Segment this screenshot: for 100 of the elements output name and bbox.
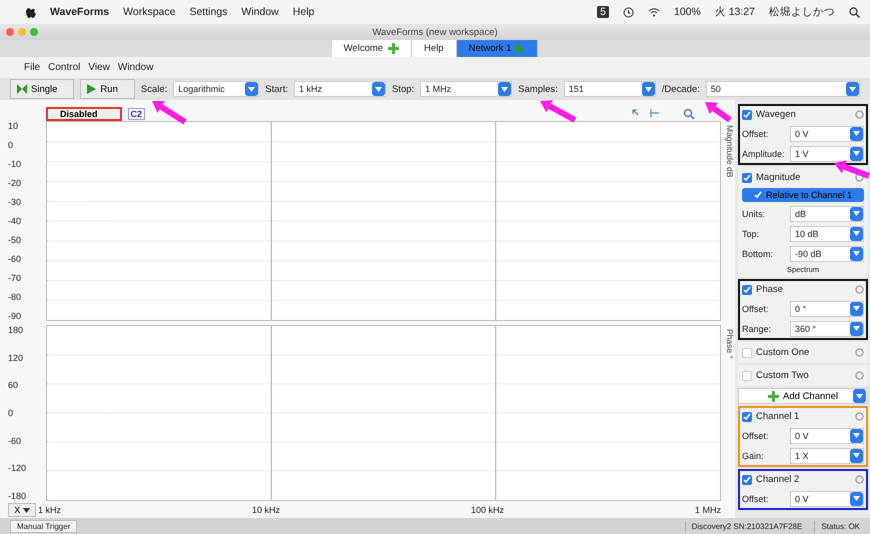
menu-item[interactable]: Settings — [189, 6, 228, 18]
caret-icon — [853, 151, 860, 156]
checkmark-icon — [743, 110, 751, 118]
checkmark-icon — [743, 412, 751, 420]
value-field[interactable]: dB — [790, 206, 864, 222]
clock-text[interactable]: 火 13:27 — [714, 5, 755, 19]
status-text: Status: OK — [814, 520, 866, 532]
annotation-arrow — [834, 160, 870, 179]
axis-title: Phase ° — [724, 328, 735, 362]
checkbox[interactable] — [742, 110, 752, 120]
dropdown-button[interactable] — [850, 302, 863, 316]
play-icon — [87, 84, 96, 94]
marker-icon[interactable] — [649, 108, 661, 120]
dropdown-button[interactable] — [850, 146, 863, 160]
menu-item[interactable]: Window — [241, 6, 279, 18]
field-label: Offset: — [742, 128, 770, 138]
value-field[interactable]: 360 ° — [790, 320, 864, 336]
dropdown-button[interactable] — [846, 82, 859, 96]
clock-icon[interactable] — [622, 6, 634, 18]
y-axis-label: -80 — [8, 292, 22, 302]
annotation-arrow — [540, 100, 576, 123]
checkbox[interactable] — [742, 370, 752, 380]
field-label: /Decade: — [662, 84, 700, 94]
plus-icon — [768, 390, 780, 402]
single-button[interactable]: Single — [10, 79, 74, 99]
dropdown-button[interactable] — [642, 82, 655, 96]
status-badge[interactable]: 5 — [597, 6, 609, 18]
value-field[interactable]: 10 dB — [790, 226, 864, 242]
stop-field[interactable]: 1 MHz — [420, 81, 512, 97]
add-channel-button[interactable]: Add Channel — [738, 388, 868, 404]
x-axis-button[interactable]: X — [8, 502, 36, 516]
menu-item[interactable]: Window — [118, 62, 154, 73]
dropdown-button[interactable] — [850, 448, 863, 462]
scale-select[interactable]: Logarithmic — [173, 81, 260, 97]
relative-button[interactable]: Relative to Channel 1 — [742, 188, 864, 202]
menu-item[interactable]: Control — [48, 62, 80, 73]
section-title: Channel 2 — [756, 474, 800, 485]
wifi-icon[interactable] — [648, 7, 660, 17]
field-label: Bottom: — [742, 248, 774, 258]
value-field[interactable]: 0 ° — [790, 300, 864, 316]
caret-icon — [853, 251, 860, 256]
checkbox[interactable] — [742, 348, 752, 358]
dropdown-button[interactable] — [850, 206, 863, 220]
checkbox[interactable] — [742, 412, 752, 422]
close-button[interactable] — [6, 28, 14, 36]
value-field[interactable]: -90 dB — [790, 246, 864, 262]
checkbox[interactable] — [742, 284, 752, 294]
y-axis-label: -50 — [8, 235, 22, 246]
decade-field[interactable]: 50 — [706, 81, 860, 97]
value-field[interactable]: 0 V — [790, 428, 864, 444]
dropdown-button[interactable] — [372, 82, 385, 96]
dropdown-button[interactable] — [498, 82, 512, 96]
menu-item[interactable]: File — [24, 62, 40, 73]
dropdown-button[interactable] — [850, 428, 863, 442]
dropdown-button[interactable] — [245, 82, 258, 96]
dropdown-button[interactable] — [850, 246, 863, 260]
menu-item[interactable]: Workspace — [123, 6, 176, 18]
value-field[interactable]: 0 V — [790, 126, 864, 142]
value-field[interactable]: 1 V — [790, 146, 864, 162]
status-tab[interactable]: Manual Trigger — [10, 520, 78, 532]
user-name[interactable]: 松堀よしかつ — [769, 5, 835, 19]
run-button[interactable]: Run — [80, 79, 135, 99]
y-axis-label: 0 — [8, 408, 14, 418]
play-icon — [516, 44, 526, 54]
dropdown-button[interactable] — [850, 322, 863, 336]
axis-title: Magnitude dB — [724, 124, 735, 180]
section-title: Phase — [756, 284, 783, 295]
apple-icon[interactable] — [26, 6, 36, 18]
menu-item[interactable]: WaveForms — [50, 6, 110, 18]
samples-field[interactable]: 151 — [564, 81, 656, 97]
y-axis-label: -70 — [8, 273, 22, 284]
value-field[interactable]: 1 X — [790, 448, 864, 464]
tab[interactable]: Help — [412, 40, 457, 57]
field-label: Scale: — [140, 84, 168, 94]
dropdown-button[interactable] — [853, 389, 866, 403]
field-label: Units: — [742, 208, 766, 218]
annotation-arrow — [705, 102, 732, 122]
search-icon[interactable] — [849, 6, 860, 18]
menu-item[interactable]: Help — [292, 6, 314, 18]
field-label: Stop: — [392, 84, 414, 94]
dropdown-button[interactable] — [850, 226, 863, 240]
tab[interactable]: Network 1 — [456, 40, 538, 57]
channel-tag[interactable]: C2 — [128, 108, 146, 120]
tab[interactable]: Welcome — [332, 40, 412, 57]
menu-item[interactable]: View — [88, 62, 110, 73]
field-label: Offset: — [742, 494, 770, 504]
zoom-icon[interactable] — [683, 108, 695, 120]
caret-icon — [853, 453, 860, 458]
y-axis-label: -60 — [8, 436, 22, 446]
value-field[interactable]: 0 V — [790, 490, 864, 506]
x-axis-label: 100 kHz — [470, 504, 504, 514]
y-axis-label: -90 — [8, 311, 22, 322]
device-info[interactable]: Discovery2 SN:210321A7F28E — [684, 520, 808, 532]
start-field[interactable]: 1 kHz — [294, 81, 386, 97]
checkbox[interactable] — [742, 474, 752, 484]
y-axis-label: -120 — [8, 463, 28, 474]
checkmark-icon — [743, 174, 751, 182]
dropdown-button[interactable] — [850, 126, 863, 140]
dropdown-button[interactable] — [850, 492, 863, 506]
checkbox[interactable] — [742, 172, 752, 182]
